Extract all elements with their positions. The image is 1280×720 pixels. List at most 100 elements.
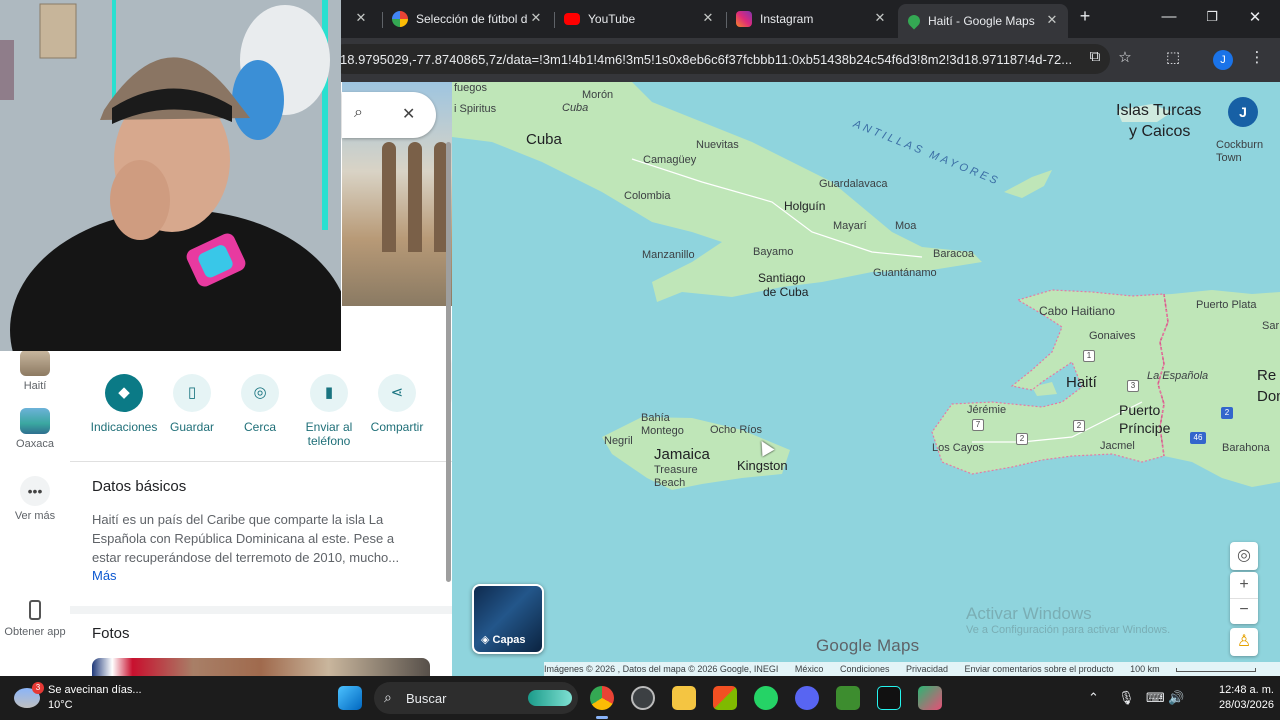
taskbar-clock[interactable]: 12:48 a. m. 28/03/2026	[1200, 683, 1274, 713]
network-icon[interactable]: ⌨	[1146, 690, 1165, 706]
close-icon[interactable]: ✕	[528, 10, 544, 26]
footer-privacy[interactable]: Privacidad	[906, 664, 948, 674]
rail-item-ver-mas[interactable]: ••• Ver más	[0, 476, 70, 522]
microphone-icon[interactable]: 🎙	[1118, 690, 1135, 706]
file-explorer-icon[interactable]	[672, 686, 696, 710]
footer-country[interactable]: México	[795, 664, 824, 674]
panel-scrollbar[interactable]	[446, 142, 451, 582]
whatsapp-icon[interactable]	[754, 686, 778, 710]
close-icon[interactable]: ✕	[700, 10, 716, 26]
nearby-icon: ◎	[241, 374, 279, 412]
map-label-santiago: Santiago	[758, 271, 806, 285]
pegman-icon[interactable]: ♙	[1230, 628, 1258, 656]
clear-search-icon[interactable]: ✕	[402, 104, 415, 124]
action-label: Cerca	[243, 420, 276, 434]
share-button[interactable]: ⋖ Compartir	[362, 374, 432, 434]
minimize-icon[interactable]: —	[1154, 8, 1184, 25]
footer-feedback[interactable]: Enviar comentarios sobre el producto	[965, 664, 1114, 674]
tiktok-icon[interactable]	[877, 686, 901, 710]
map-label-puerto-plata: Puerto Plata	[1196, 299, 1257, 311]
map-canvas[interactable]: fuegos Morón Cuba i Spiritus Cuba Nuevit…	[452, 82, 1280, 676]
install-app-icon[interactable]: ⧉	[1084, 48, 1106, 65]
rail-item-haiti[interactable]: Haití	[0, 350, 70, 392]
tab-instagram[interactable]: Instagram ✕	[728, 6, 896, 32]
close-icon[interactable]: ✕	[353, 10, 369, 26]
highway-shield: 2	[1073, 420, 1085, 432]
rail-item-oaxaca[interactable]: Oaxaca	[0, 408, 70, 450]
zoom-in-icon[interactable]: +	[1230, 572, 1258, 598]
bookmark-star-icon[interactable]: ☆	[1114, 48, 1136, 66]
highway-shield: 7	[972, 419, 984, 431]
tray-overflow-icon[interactable]: ⌃	[1088, 690, 1099, 706]
map-label-jacmel: Jacmel	[1100, 440, 1135, 452]
rail-item-obtener-app[interactable]: Obtener app	[0, 600, 70, 638]
place-actions: ◆ Indicaciones ▯ Guardar ◎ Cerca ▮ Envia…	[70, 374, 452, 464]
footer-terms[interactable]: Condiciones	[840, 664, 890, 674]
map-label-principe: Príncipe	[1119, 420, 1171, 436]
map-footer: Imágenes © 2026 , Datos del mapa © 2026 …	[544, 662, 1280, 676]
account-avatar[interactable]: J	[1228, 97, 1258, 127]
haiti-thumbnail	[20, 350, 50, 376]
menu-kebab-icon[interactable]: ⋮	[1246, 48, 1268, 66]
tab-separator	[554, 12, 555, 28]
zoom-out-icon[interactable]: −	[1230, 598, 1258, 624]
nearby-button[interactable]: ◎ Cerca	[225, 374, 295, 434]
volume-icon[interactable]: 🔊	[1168, 690, 1184, 706]
layers-button[interactable]: ◈ Capas	[472, 584, 544, 654]
chrome-icon[interactable]	[590, 686, 614, 710]
oaxaca-thumbnail	[20, 408, 50, 434]
bookmark-icon: ▯	[173, 374, 211, 412]
extensions-icon[interactable]: ⬚	[1162, 48, 1184, 66]
new-tab-button[interactable]: +	[1070, 6, 1100, 27]
close-icon[interactable]: ✕	[872, 10, 888, 26]
scale-label[interactable]: 100 km	[1130, 664, 1160, 674]
app-icon[interactable]	[918, 686, 942, 710]
tab-partial[interactable]: ✕	[341, 6, 381, 32]
profile-avatar[interactable]: J	[1213, 50, 1233, 70]
send-to-phone-button[interactable]: ▮ Enviar al teléfono	[294, 374, 364, 448]
directions-button[interactable]: ◆ Indicaciones	[89, 374, 159, 434]
more-link[interactable]: Más	[92, 568, 117, 583]
taskbar-search[interactable]: ⌕ Buscar	[374, 682, 578, 714]
windows-activation-watermark: Activar Windows Ve a Configuración para …	[966, 604, 1170, 636]
map-label-haiti: Haití	[1066, 374, 1097, 391]
windows-start-icon[interactable]	[338, 686, 362, 710]
divider	[70, 461, 452, 462]
share-icon: ⋖	[378, 374, 416, 412]
map-label-de-cuba: de Cuba	[763, 285, 809, 299]
search-icon[interactable]: ⌕	[354, 104, 363, 122]
photos-strip[interactable]	[92, 658, 430, 676]
layers-label: Capas	[492, 634, 526, 646]
map-label-spiritus: i Spiritus	[454, 103, 497, 115]
chrome-alt-profile-icon[interactable]	[631, 686, 655, 710]
tab-haiti-google-maps[interactable]: Haití - Google Maps ✕	[898, 4, 1068, 38]
restore-icon[interactable]: ❐	[1197, 9, 1227, 25]
map-label-sar: Sar	[1262, 320, 1280, 332]
tab-youtube[interactable]: YouTube ✕	[556, 6, 724, 32]
save-button[interactable]: ▯ Guardar	[157, 374, 227, 434]
minecraft-icon[interactable]	[836, 686, 860, 710]
google-maps-pin-icon	[905, 12, 923, 30]
search-icon: ⌕	[384, 689, 392, 705]
highway-shield: 2	[1016, 433, 1028, 445]
clock-date: 28/03/2026	[1218, 699, 1274, 711]
search-box[interactable]: ⌕ ✕	[342, 92, 436, 138]
map-label-nuevitas: Nuevitas	[696, 139, 739, 151]
photo-arch	[408, 142, 422, 252]
map-label-y-caicos: y Caicos	[1129, 123, 1191, 140]
tab-seleccion-futbol[interactable]: Selección de fútbol d ✕	[384, 6, 552, 32]
youtube-icon	[564, 13, 580, 25]
rail-label: Haití	[23, 380, 47, 392]
map-label-gonaives: Gonaives	[1089, 330, 1136, 342]
window-close-icon[interactable]: ✕	[1240, 8, 1270, 26]
address-bar[interactable]: 18.9795029,-77.8740865,7z/data=!3m1!4b1!…	[330, 44, 1110, 74]
discord-icon[interactable]	[795, 686, 819, 710]
url-text: 18.9795029,-77.8740865,7z/data=!3m1!4b1!…	[340, 52, 1073, 67]
microsoft-store-icon[interactable]	[713, 686, 737, 710]
map-label-cockburn: Cockburn	[1216, 139, 1264, 151]
close-icon[interactable]: ✕	[1044, 12, 1060, 28]
map-label-re: Re	[1257, 367, 1277, 384]
place-description: Haití es un país del Caribe que comparte…	[92, 512, 400, 565]
my-location-icon[interactable]: ◎	[1230, 542, 1258, 570]
weather-widget[interactable]: Se avecinan días... 10°C	[48, 683, 142, 713]
